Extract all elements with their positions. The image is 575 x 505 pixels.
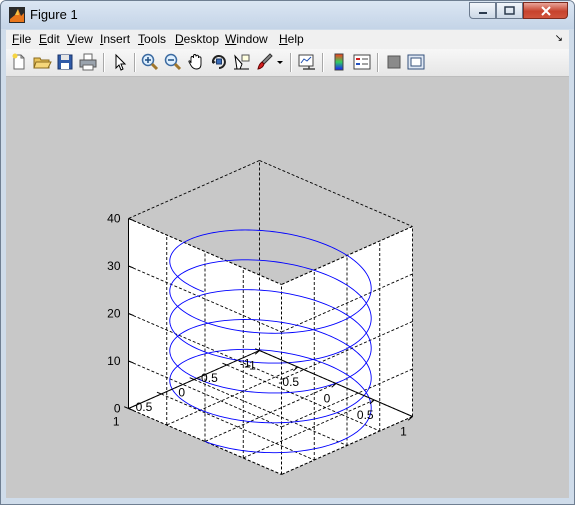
maximize-button[interactable] (496, 2, 523, 19)
z-tick-label: 0 (114, 402, 121, 416)
minimize-icon (478, 11, 487, 14)
y-tick-label: 0.5 (136, 400, 153, 414)
figure-canvas[interactable]: -1 -0.5 0 0.5 1 -1 -0.5 0 0.5 1 0 10 20 30 40 (6, 77, 569, 498)
y-tick-label: -1 (240, 357, 251, 371)
hide-plot-tools-icon[interactable] (384, 52, 404, 72)
menu-edit[interactable]: Edit (39, 32, 60, 46)
close-icon (540, 5, 551, 16)
x-tick-label: -0.5 (278, 375, 299, 389)
brush-dropdown-icon[interactable] (275, 52, 285, 72)
y-tick-label: 1 (113, 415, 120, 429)
menu-window[interactable]: Window (225, 32, 268, 46)
z-tick-label: 30 (107, 259, 121, 273)
data-cursor-icon[interactable] (232, 52, 252, 72)
open-file-icon[interactable] (32, 52, 52, 72)
title-bar[interactable]: Figure 1 (1, 1, 574, 29)
window-title: Figure 1 (30, 7, 78, 22)
toolbar-separator (290, 53, 292, 72)
new-figure-icon[interactable] (9, 52, 29, 72)
menu-insert[interactable]: Insert (100, 32, 130, 46)
z-tick-label: 20 (107, 307, 121, 321)
legend-icon[interactable] (352, 52, 372, 72)
figure-toolbar (6, 49, 569, 77)
box-edge (128, 160, 260, 219)
link-plot-icon[interactable] (297, 52, 317, 72)
zoom-out-icon[interactable] (163, 52, 183, 72)
z-tick-label: 10 (107, 354, 121, 368)
dock-arrow-icon[interactable]: ↘ (555, 33, 563, 44)
colorbar-icon[interactable] (329, 52, 349, 72)
toolbar-separator (322, 53, 324, 72)
print-icon[interactable] (78, 52, 98, 72)
menu-desktop[interactable]: Desktop (175, 32, 219, 46)
close-button[interactable] (523, 2, 568, 19)
toolbar-separator (134, 53, 136, 72)
y-tick-label: 0 (178, 386, 185, 400)
x-tick-label: 0 (324, 392, 331, 406)
caption-buttons (469, 2, 568, 20)
figure-window: Figure 1 File Edit View Insert Tools Des… (0, 0, 575, 505)
edit-plot-arrow-icon[interactable] (110, 52, 130, 72)
x-tick-label: 0.5 (357, 408, 374, 422)
zoom-in-icon[interactable] (140, 52, 160, 72)
z-tick-label: 40 (107, 212, 121, 226)
menu-file[interactable]: File (12, 32, 31, 46)
menu-view[interactable]: View (67, 32, 93, 46)
toolbar-separator (377, 53, 379, 72)
axes-back-panels (128, 218, 413, 475)
box-edge (259, 160, 413, 227)
show-plot-tools-icon[interactable] (406, 52, 426, 72)
menu-bar: File Edit View Insert Tools Desktop Wind… (6, 30, 569, 49)
y-tick (124, 406, 129, 409)
maximize-icon (504, 6, 515, 15)
y-tick-label: -0.5 (197, 371, 218, 385)
matlab-logo-icon (9, 7, 25, 23)
menu-help[interactable]: Help (279, 32, 304, 46)
minimize-button[interactable] (469, 2, 496, 19)
rotate-3d-icon[interactable] (209, 52, 229, 72)
toolbar-separator (103, 53, 105, 72)
save-icon[interactable] (55, 52, 75, 72)
brush-icon[interactable] (255, 52, 275, 72)
plot3-axes[interactable]: -1-0.500.51-1-0.500.51010203040 (6, 77, 569, 498)
pan-hand-icon[interactable] (186, 52, 206, 72)
x-tick-label: 1 (400, 425, 407, 439)
menu-tools[interactable]: Tools (138, 32, 166, 46)
